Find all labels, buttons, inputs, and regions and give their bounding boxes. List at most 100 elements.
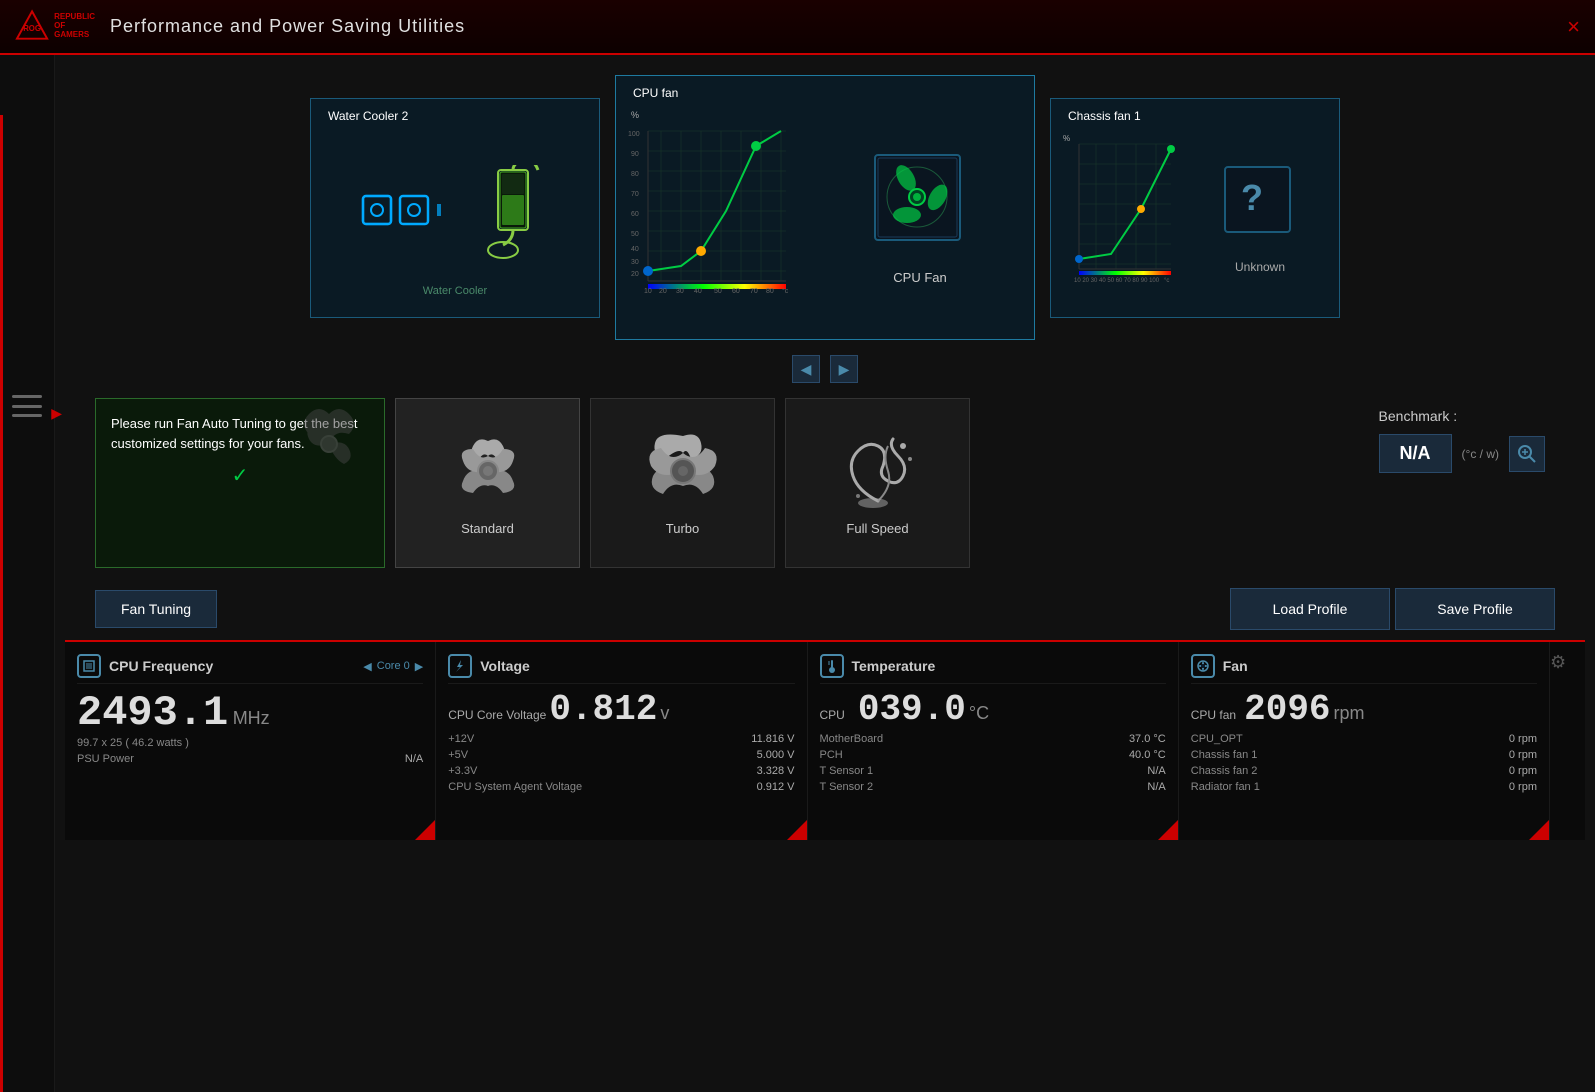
- menu-line-1: [12, 395, 42, 398]
- cpu-fan-panel-label: CPU fan: [1191, 708, 1236, 722]
- fan-panel: Fan CPU fan 2096 rpm CPU_OPT 0 rpm Chass…: [1179, 642, 1550, 840]
- cpu-freq-sub: 99.7 x 25 ( 46.2 watts ): [77, 737, 423, 749]
- cpu-fan-speed-row: CPU fan 2096 rpm: [1191, 692, 1537, 728]
- app-title: Performance and Power Saving Utilities: [110, 16, 465, 37]
- fan-icon: [1196, 659, 1210, 673]
- full-speed-label: Full Speed: [846, 521, 908, 536]
- fan-section: Water Cooler 2: [65, 65, 1585, 388]
- cpu-core-voltage-row: CPU Core Voltage 0.812 v: [448, 692, 794, 728]
- cpu-sa-value: 0.912 V: [757, 781, 795, 793]
- svg-text:?: ?: [1241, 177, 1263, 218]
- v5-label: +5V: [448, 749, 468, 761]
- cpu-core-voltage-unit: v: [660, 703, 669, 724]
- cpu-fan-content: % 100 90 80 70 60 50 40 30 20: [616, 76, 1034, 339]
- sidebar-expand-arrow[interactable]: ▶: [51, 405, 62, 422]
- temp-row-t1: T Sensor 1 N/A: [820, 765, 1166, 777]
- search-icon: [1517, 444, 1537, 464]
- voltage-title: Voltage: [480, 658, 530, 674]
- corner-accent-temp: [1158, 820, 1178, 840]
- temp-icon: [820, 654, 844, 678]
- chassis-fan-unknown-icon: ?: [1220, 162, 1300, 252]
- voltage-row-33v: +3.3V 3.328 V: [448, 765, 794, 777]
- cpu-core-next[interactable]: ▶: [415, 660, 423, 673]
- chassis-fan-chart: %: [1061, 129, 1181, 289]
- fan-cards-row: Water Cooler 2: [65, 65, 1585, 350]
- svg-text:50: 50: [714, 288, 722, 295]
- chassis1-fan-value: 0 rpm: [1509, 749, 1537, 761]
- svg-text:%: %: [631, 110, 639, 120]
- cpu-core-prev[interactable]: ◀: [363, 660, 371, 673]
- lightning-icon: [453, 659, 467, 673]
- turbo-fan-icon: [643, 431, 723, 511]
- sidebar-menu-icon[interactable]: [12, 395, 42, 417]
- svg-text:100: 100: [628, 131, 640, 138]
- cpu-freq-value-row: 2493.1 MHz: [77, 692, 423, 734]
- bottom-toolbar: Fan Tuning Load Profile Save Profile: [65, 578, 1585, 640]
- benchmark-label: Benchmark :: [1379, 408, 1458, 424]
- svg-text:°c: °c: [1164, 278, 1169, 284]
- profile-buttons: Load Profile Save Profile: [1230, 588, 1555, 630]
- chassis-fan-title: Chassis fan 1: [1063, 107, 1146, 125]
- standard-fan-icon: [448, 431, 528, 511]
- v12-value: 11.816 V: [751, 733, 794, 745]
- title-bar: ROG REPUBLICOFGAMERS Performance and Pow…: [0, 0, 1595, 55]
- benchmark-value-row: N/A (°c / w): [1379, 434, 1545, 473]
- fan-row-chassis1: Chassis fan 1 0 rpm: [1191, 749, 1537, 761]
- standard-label: Standard: [461, 521, 514, 536]
- voltage-row-cpu-sa: CPU System Agent Voltage 0.912 V: [448, 781, 794, 793]
- mb-value: 37.0 °C: [1129, 733, 1166, 745]
- fan-mode-full-speed[interactable]: Full Speed: [785, 398, 970, 568]
- voltage-panel: Voltage CPU Core Voltage 0.812 v +12V 11…: [436, 642, 807, 840]
- close-button[interactable]: ×: [1567, 14, 1580, 40]
- radiator-fan-label: Radiator fan 1: [1191, 781, 1260, 793]
- sidebar-accent-line: [0, 115, 3, 1092]
- rog-logo: ROG REPUBLICOFGAMERS: [15, 7, 95, 47]
- chassis-unknown-label: Unknown: [1235, 260, 1285, 274]
- benchmark-search-button[interactable]: [1509, 436, 1545, 472]
- psu-value: N/A: [405, 753, 423, 765]
- svg-text:80: 80: [766, 288, 774, 295]
- psu-power-row: PSU Power N/A: [77, 753, 423, 765]
- svg-text:60: 60: [732, 288, 740, 295]
- corner-accent-voltage: [787, 820, 807, 840]
- svg-text:20: 20: [659, 288, 667, 295]
- fan-mode-turbo[interactable]: Turbo: [590, 398, 775, 568]
- menu-line-3: [12, 414, 42, 417]
- fan-nav-next[interactable]: ▶: [830, 355, 858, 383]
- load-profile-button[interactable]: Load Profile: [1230, 588, 1390, 630]
- save-profile-button[interactable]: Save Profile: [1395, 588, 1555, 630]
- fan-tuning-button[interactable]: Fan Tuning: [95, 590, 217, 628]
- fan-nav-prev[interactable]: ◀: [792, 355, 820, 383]
- voltage-icon: [448, 654, 472, 678]
- benchmark-unit: (°c / w): [1462, 447, 1499, 461]
- rog-tagline: REPUBLICOFGAMERS: [54, 13, 95, 39]
- t1-value: N/A: [1147, 765, 1165, 777]
- svg-text:10: 10: [644, 288, 652, 295]
- water-cooler-illustration: [478, 165, 553, 265]
- svg-text:40: 40: [694, 288, 702, 295]
- thermometer-icon: [825, 659, 839, 673]
- pch-value: 40.0 °C: [1129, 749, 1166, 761]
- cpu-fan-right: CPU Fan: [816, 106, 1024, 329]
- water-cooler-card[interactable]: Water Cooler 2: [310, 98, 600, 318]
- temp-row-mb: MotherBoard 37.0 °C: [820, 733, 1166, 745]
- fan-mode-standard[interactable]: Standard: [395, 398, 580, 568]
- svg-text:70: 70: [750, 288, 758, 295]
- benchmark-section: Benchmark : N/A (°c / w): [1369, 398, 1555, 483]
- svg-text:°c: °c: [782, 287, 789, 295]
- corner-accent-cpu: [415, 820, 435, 840]
- cpu-fan-title: CPU fan: [628, 84, 683, 102]
- water-cooler-title: Water Cooler 2: [323, 107, 413, 125]
- cpu-core-nav: ◀ Core 0 ▶: [363, 660, 423, 673]
- chassis-unknown-section: ? Unknown: [1191, 129, 1329, 307]
- chassis-fan-card[interactable]: Chassis fan 1 %: [1050, 98, 1340, 318]
- mb-label: MotherBoard: [820, 733, 884, 745]
- svg-text:30: 30: [676, 288, 684, 295]
- cpu-frequency-panel: CPU Frequency ◀ Core 0 ▶ 2493.1 MHz 99.7…: [65, 642, 436, 840]
- v12-label: +12V: [448, 733, 474, 745]
- cpu-opt-label: CPU_OPT: [1191, 733, 1243, 745]
- cpu-temp-value: 039.0: [858, 692, 966, 728]
- settings-button[interactable]: ⚙: [1550, 652, 1566, 673]
- svg-text:30: 30: [631, 259, 639, 266]
- cpu-fan-card[interactable]: CPU fan % 100 90 80 70: [615, 75, 1035, 340]
